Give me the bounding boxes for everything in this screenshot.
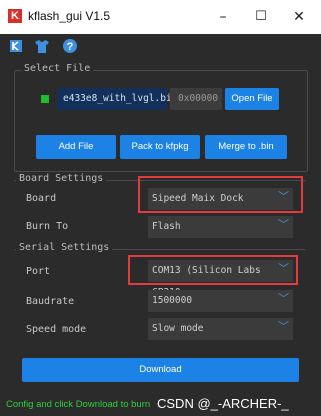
shirt-icon[interactable] bbox=[34, 38, 50, 54]
kflash-app-icon: K bbox=[8, 9, 22, 23]
file-path-field[interactable]: e433e8_with_lvgl.bin bbox=[57, 88, 177, 110]
open-file-button[interactable]: Open File bbox=[225, 88, 279, 110]
toolbar: ? bbox=[0, 34, 321, 60]
pack-kfpkg-button[interactable]: Pack to kfpkg bbox=[120, 135, 200, 159]
burn-to-select[interactable]: Flash ﹀ bbox=[148, 216, 293, 238]
burn-to-label: Burn To bbox=[26, 221, 69, 232]
baudrate-select[interactable]: 1500000 ﹀ bbox=[148, 290, 293, 312]
status-bar: Config and click Download to burn CSDN @… bbox=[0, 394, 321, 416]
chevron-down-icon: ﹀ bbox=[278, 218, 289, 231]
window-title: kflash_gui V1.5 bbox=[28, 9, 111, 23]
board-highlight-box bbox=[138, 176, 303, 213]
select-file-title: Select File bbox=[21, 63, 94, 74]
address-field[interactable]: 0x00000 bbox=[170, 88, 222, 110]
merge-bin-button[interactable]: Merge to .bin bbox=[205, 135, 287, 159]
port-highlight-box bbox=[128, 255, 298, 285]
close-button[interactable]: ✕ bbox=[284, 6, 314, 28]
title-bar: K kflash_gui V1.5 – ☐ ✕ bbox=[0, 0, 321, 35]
maximize-button[interactable]: ☐ bbox=[246, 6, 276, 28]
add-file-button[interactable]: Add File bbox=[36, 135, 116, 159]
download-button[interactable]: Download bbox=[22, 358, 299, 382]
key-chip-icon[interactable] bbox=[8, 38, 24, 54]
baudrate-label: Baudrate bbox=[26, 296, 75, 307]
serial-settings-title: Serial Settings bbox=[16, 242, 113, 253]
speed-mode-select-value: Slow mode bbox=[152, 323, 204, 334]
watermark-text: CSDN @_-ARCHER-_ bbox=[157, 396, 289, 411]
chevron-down-icon: ﹀ bbox=[278, 292, 289, 305]
port-label: Port bbox=[26, 266, 51, 277]
speed-mode-select[interactable]: Slow mode ﹀ bbox=[148, 318, 293, 340]
minimize-button[interactable]: – bbox=[208, 6, 238, 28]
speed-mode-label: Speed mode bbox=[26, 324, 87, 335]
file-enabled-indicator[interactable] bbox=[41, 95, 49, 103]
status-message: Config and click Download to burn bbox=[6, 399, 151, 410]
help-icon[interactable]: ? bbox=[62, 38, 78, 54]
board-label: Board bbox=[26, 193, 57, 204]
board-settings-title: Board Settings bbox=[16, 173, 107, 184]
baudrate-select-value: 1500000 bbox=[152, 295, 193, 306]
chevron-down-icon: ﹀ bbox=[278, 320, 289, 333]
svg-text:?: ? bbox=[67, 41, 74, 53]
burn-to-select-value: Flash bbox=[152, 221, 181, 232]
